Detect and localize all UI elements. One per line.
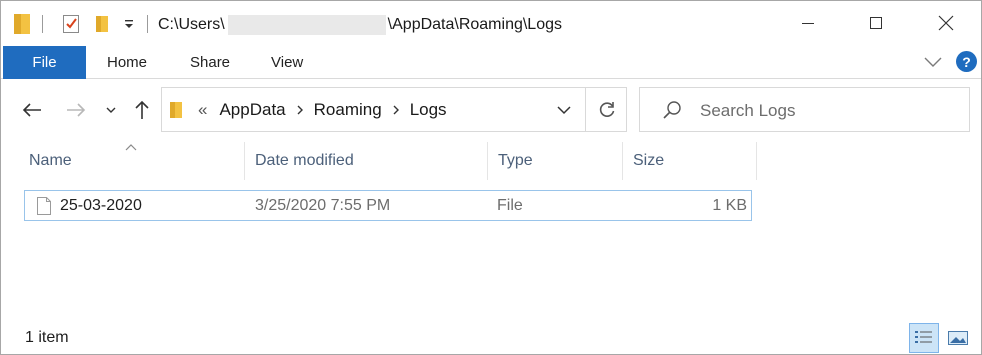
large-icons-view-icon <box>948 331 968 345</box>
new-folder-icon[interactable] <box>91 13 113 35</box>
properties-icon[interactable] <box>59 13 83 35</box>
details-view-button[interactable] <box>909 323 939 353</box>
close-icon <box>938 15 954 31</box>
tab-home[interactable]: Home <box>107 46 147 79</box>
details-view-icon <box>915 331 932 343</box>
ribbon-expand-icon[interactable] <box>923 55 943 73</box>
title-path-prefix: C:\Users\ <box>158 16 225 33</box>
back-arrow-icon <box>22 103 41 117</box>
breadcrumb-item-roaming[interactable]: Roaming <box>314 100 382 120</box>
help-icon[interactable]: ? <box>956 51 977 72</box>
breadcrumb-overflow-icon[interactable]: « <box>198 100 207 120</box>
folder-icon <box>11 13 33 35</box>
file-row[interactable]: 25-03-2020 3/25/2020 7:55 PM File 1 KB <box>24 190 752 221</box>
column-header-date-modified[interactable]: Date modified <box>245 142 487 180</box>
up-arrow-icon <box>135 100 149 119</box>
forward-arrow-icon <box>67 103 86 117</box>
file-date-modified: 3/25/2020 7:55 PM <box>255 196 391 214</box>
file-type: File <box>497 196 523 214</box>
minimize-icon <box>802 23 814 24</box>
forward-button[interactable] <box>61 95 91 125</box>
search-box[interactable]: Search Logs <box>639 87 970 132</box>
breadcrumb-item-appdata[interactable]: AppData <box>219 100 285 120</box>
chevron-down-icon <box>557 105 571 114</box>
minimize-button[interactable] <box>785 1 831 45</box>
redacted-username <box>227 15 386 35</box>
status-item-count: 1 item <box>25 329 69 346</box>
tab-file[interactable]: File <box>3 46 86 79</box>
title-bar: C:\Users\ \AppData\Roaming\Logs <box>1 1 981 45</box>
up-button[interactable] <box>129 95 155 125</box>
chevron-right-icon[interactable] <box>296 104 304 116</box>
column-divider[interactable] <box>756 142 757 180</box>
recent-locations-button[interactable] <box>101 95 121 125</box>
file-size: 1 KB <box>712 196 747 214</box>
address-history-button[interactable] <box>544 88 584 131</box>
maximize-icon <box>870 17 882 29</box>
search-icon <box>662 100 682 125</box>
address-bar[interactable]: « AppData Roaming Logs <box>161 87 627 132</box>
back-button[interactable] <box>17 95 47 125</box>
tab-view[interactable]: View <box>271 46 303 79</box>
refresh-button[interactable] <box>585 88 627 131</box>
tab-share[interactable]: Share <box>190 46 230 79</box>
title-path-suffix: \AppData\Roaming\Logs <box>387 16 562 33</box>
title-divider <box>42 15 43 33</box>
ribbon: File Home Share View ? <box>1 46 981 79</box>
column-header-size[interactable]: Size <box>623 142 756 180</box>
breadcrumb-item-logs[interactable]: Logs <box>410 100 447 120</box>
maximize-button[interactable] <box>853 1 899 45</box>
chevron-right-icon[interactable] <box>392 104 400 116</box>
search-input[interactable]: Search Logs <box>700 101 795 121</box>
file-icon <box>36 196 52 221</box>
column-header-type[interactable]: Type <box>488 142 622 180</box>
folder-icon <box>169 100 183 120</box>
explorer-window: C:\Users\ \AppData\Roaming\Logs File Hom… <box>0 0 982 355</box>
breadcrumb: « AppData Roaming Logs <box>162 88 447 131</box>
customize-dropdown-icon[interactable] <box>119 13 139 35</box>
close-button[interactable] <box>923 1 969 45</box>
large-icons-view-button[interactable] <box>943 323 973 353</box>
file-name[interactable]: 25-03-2020 <box>60 191 142 220</box>
title-divider <box>147 15 148 33</box>
refresh-icon <box>599 101 614 117</box>
window-title: C:\Users\ \AppData\Roaming\Logs <box>158 15 562 35</box>
column-header-name[interactable]: Name <box>19 142 244 180</box>
recent-locations-icon <box>106 107 116 113</box>
